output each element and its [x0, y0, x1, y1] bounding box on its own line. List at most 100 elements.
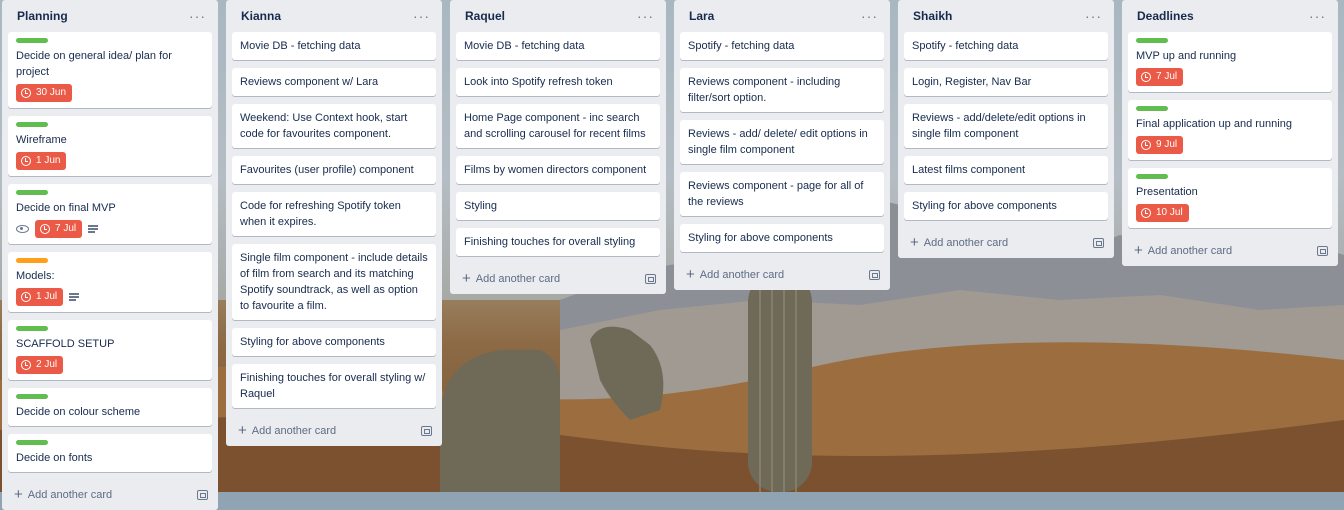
card-title: Styling for above components [240, 336, 385, 348]
card-label-green[interactable] [1136, 174, 1168, 179]
list-title[interactable]: Shaikh [913, 9, 952, 23]
card-title: Reviews component - including filter/sor… [688, 76, 841, 104]
list-menu-icon[interactable]: ··· [857, 9, 882, 23]
card[interactable]: Login, Register, Nav Bar [904, 68, 1108, 96]
list-menu-icon[interactable]: ··· [1081, 9, 1106, 23]
card-label-green[interactable] [16, 190, 48, 195]
card-template-icon[interactable] [421, 426, 432, 436]
card-title: Reviews - add/delete/edit options in sin… [912, 112, 1086, 140]
card[interactable]: Styling for above components [232, 328, 436, 356]
card[interactable]: Decide on final MVP 7 Jul [8, 184, 212, 244]
card[interactable]: Movie DB - fetching data [232, 32, 436, 60]
card-template-icon[interactable] [1093, 238, 1104, 248]
card-title: Weekend: Use Context hook, start code fo… [240, 112, 408, 140]
card-title: Decide on colour scheme [16, 406, 141, 418]
card[interactable]: Styling for above components [904, 192, 1108, 220]
card[interactable]: Decide on general idea/ plan for project… [8, 32, 212, 108]
card-label-green[interactable] [16, 38, 48, 43]
clock-icon [21, 88, 31, 98]
due-date-badge[interactable]: 9 Jul [1136, 136, 1184, 154]
card[interactable]: Finishing touches for overall styling [456, 228, 660, 256]
list-menu-icon[interactable]: ··· [1305, 9, 1330, 23]
list-title[interactable]: Deadlines [1137, 9, 1194, 23]
card[interactable]: Styling [456, 192, 660, 220]
description-icon [88, 225, 99, 233]
card[interactable]: Spotify - fetching data [680, 32, 884, 60]
card[interactable]: Favourites (user profile) component [232, 156, 436, 184]
add-card-button[interactable]: + Add another card [462, 270, 560, 287]
card[interactable]: Films by women directors component [456, 156, 660, 184]
card[interactable]: Spotify - fetching data [904, 32, 1108, 60]
due-date-badge[interactable]: 1 Jun [16, 152, 67, 170]
due-date-text: 1 Jun [36, 155, 61, 166]
card[interactable]: Wireframe 1 Jun [8, 116, 212, 176]
card[interactable]: Latest films component [904, 156, 1108, 184]
list-title[interactable]: Kianna [241, 9, 281, 23]
card[interactable]: Movie DB - fetching data [456, 32, 660, 60]
due-date-badge[interactable]: 10 Jul [1136, 204, 1189, 222]
card-title: Look into Spotify refresh token [464, 76, 613, 88]
card[interactable]: Styling for above components [680, 224, 884, 252]
add-card-button[interactable]: + Add another card [686, 267, 784, 282]
card[interactable]: Decide on fonts [8, 434, 212, 472]
plus-icon: + [910, 234, 919, 251]
plus-icon: + [462, 270, 471, 287]
card-label-green[interactable] [1136, 38, 1168, 43]
card-label-green[interactable] [16, 122, 48, 127]
add-card-button[interactable]: + Add another card [238, 423, 336, 438]
card[interactable]: Look into Spotify refresh token [456, 68, 660, 96]
due-date-badge[interactable]: 1 Jul [16, 288, 64, 306]
card-label-orange[interactable] [16, 258, 48, 263]
due-date-text: 30 Jun [36, 87, 67, 98]
card-label-green[interactable] [16, 394, 48, 399]
list-title[interactable]: Lara [689, 9, 714, 23]
card-title: Reviews component - page for all of the … [688, 180, 864, 208]
card-title: Styling for above components [912, 200, 1057, 212]
card-label-green[interactable] [16, 440, 48, 445]
card[interactable]: Decide on colour scheme [8, 388, 212, 426]
card[interactable]: Reviews - add/ delete/ edit options in s… [680, 120, 884, 164]
add-card-button[interactable]: + Add another card [910, 234, 1008, 251]
card-template-icon[interactable] [869, 270, 880, 280]
card-label-green[interactable] [16, 326, 48, 331]
due-date-badge[interactable]: 30 Jun [16, 84, 73, 102]
card-badges: 1 Jul [16, 288, 204, 306]
card[interactable]: Finishing touches for overall styling w/… [232, 364, 436, 408]
card-title: Final application up and running [1136, 118, 1292, 130]
add-card-label: Add another card [1147, 245, 1233, 257]
card[interactable]: Reviews - add/delete/edit options in sin… [904, 104, 1108, 148]
list-menu-icon[interactable]: ··· [185, 9, 210, 23]
card[interactable]: Weekend: Use Context hook, start code fo… [232, 104, 436, 148]
due-date-badge[interactable]: 7 Jul [35, 220, 83, 238]
card[interactable]: Reviews component - including filter/sor… [680, 68, 884, 112]
card[interactable]: Final application up and running 9 Jul [1128, 100, 1332, 160]
card[interactable]: Reviews component - page for all of the … [680, 172, 884, 216]
list-title[interactable]: Raquel [465, 9, 505, 23]
add-card-button[interactable]: + Add another card [14, 487, 112, 502]
clock-icon [21, 292, 31, 302]
card-title: Login, Register, Nav Bar [912, 76, 1032, 88]
card[interactable]: Presentation 10 Jul [1128, 168, 1332, 228]
list-menu-icon[interactable]: ··· [409, 9, 434, 23]
card-title: Home Page component - inc search and scr… [464, 112, 646, 140]
card[interactable]: Reviews component w/ Lara [232, 68, 436, 96]
card[interactable]: Home Page component - inc search and scr… [456, 104, 660, 148]
card-template-icon[interactable] [645, 274, 656, 284]
card[interactable]: MVP up and running 7 Jul [1128, 32, 1332, 92]
card[interactable]: SCAFFOLD SETUP 2 Jul [8, 320, 212, 380]
card[interactable]: Code for refreshing Spotify token when i… [232, 192, 436, 236]
due-date-badge[interactable]: 7 Jul [1136, 68, 1184, 86]
card[interactable]: Single film component - include details … [232, 244, 436, 320]
list-menu-icon[interactable]: ··· [633, 9, 658, 23]
add-card-row: + Add another card [456, 264, 660, 294]
card-title: MVP up and running [1136, 50, 1237, 62]
due-date-badge[interactable]: 2 Jul [16, 356, 64, 374]
card-badges: 30 Jun [16, 84, 204, 102]
card-template-icon[interactable] [1317, 246, 1328, 256]
list-title[interactable]: Planning [17, 9, 68, 23]
card-title: Decide on general idea/ plan for project [16, 50, 172, 78]
card-label-green[interactable] [1136, 106, 1168, 111]
card[interactable]: Models: 1 Jul [8, 252, 212, 312]
add-card-button[interactable]: + Add another card [1134, 243, 1233, 258]
card-badges: 7 Jul [1136, 68, 1324, 86]
